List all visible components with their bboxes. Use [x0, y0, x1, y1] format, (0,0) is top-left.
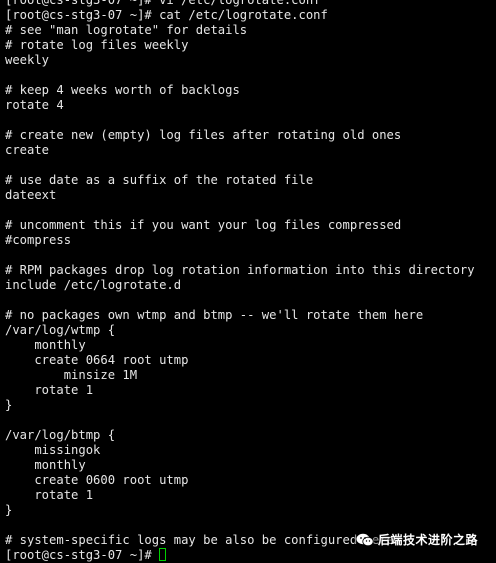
terminal-line: create	[5, 143, 50, 157]
terminal-line: }	[5, 398, 13, 412]
terminal-line: # keep 4 weeks worth of backlogs	[5, 83, 240, 97]
terminal-prompt: [root@cs-stg3-07 ~]#	[5, 548, 160, 562]
terminal-line: rotate 4	[5, 98, 64, 112]
watermark-text: 后端技术进阶之路	[377, 533, 478, 547]
terminal-line: monthly	[5, 458, 86, 472]
terminal-line: # rotate log files weekly	[5, 38, 189, 52]
terminal-line: }	[5, 503, 13, 517]
terminal-output: [root@cs-stg3-07 ~]# vi /etc/logrotate.c…	[5, 0, 475, 563]
terminal-line: # create new (empty) log files after rot…	[5, 128, 402, 142]
terminal-line: /var/log/btmp {	[5, 428, 116, 442]
watermark: 后端技术进阶之路	[353, 530, 480, 549]
terminal-line: [root@cs-stg3-07 ~]# vi /etc/logrotate.c…	[5, 0, 321, 7]
wechat-icon	[356, 533, 374, 546]
terminal-line: [root@cs-stg3-07 ~]# cat /etc/logrotate.…	[5, 8, 328, 22]
terminal-line: rotate 1	[5, 488, 94, 502]
terminal-line: dateext	[5, 188, 57, 202]
terminal-line: # RPM packages drop log rotation informa…	[5, 263, 475, 277]
terminal-line: minsize 1M	[5, 368, 138, 382]
terminal-cursor	[159, 548, 167, 561]
terminal-line: # see "man logrotate" for details	[5, 23, 248, 37]
terminal-line: /var/log/wtmp {	[5, 323, 116, 337]
terminal-line: weekly	[5, 53, 50, 67]
terminal-line: include /etc/logrotate.d	[5, 278, 182, 292]
terminal-line: create 0664 root utmp	[5, 353, 189, 367]
terminal-line: # no packages own wtmp and btmp -- we'll…	[5, 308, 424, 322]
terminal-line: create 0600 root utmp	[5, 473, 189, 487]
terminal-line: monthly	[5, 338, 86, 352]
terminal-line: missingok	[5, 443, 101, 457]
terminal-line: # uncomment this if you want your log fi…	[5, 218, 402, 232]
terminal-prompt-line[interactable]: [root@cs-stg3-07 ~]#	[5, 548, 475, 563]
terminal-line: rotate 1	[5, 383, 94, 397]
terminal-line: # use date as a suffix of the rotated fi…	[5, 173, 314, 187]
terminal-line: #compress	[5, 233, 72, 247]
terminal-window[interactable]: [root@cs-stg3-07 ~]# vi /etc/logrotate.c…	[0, 0, 496, 563]
